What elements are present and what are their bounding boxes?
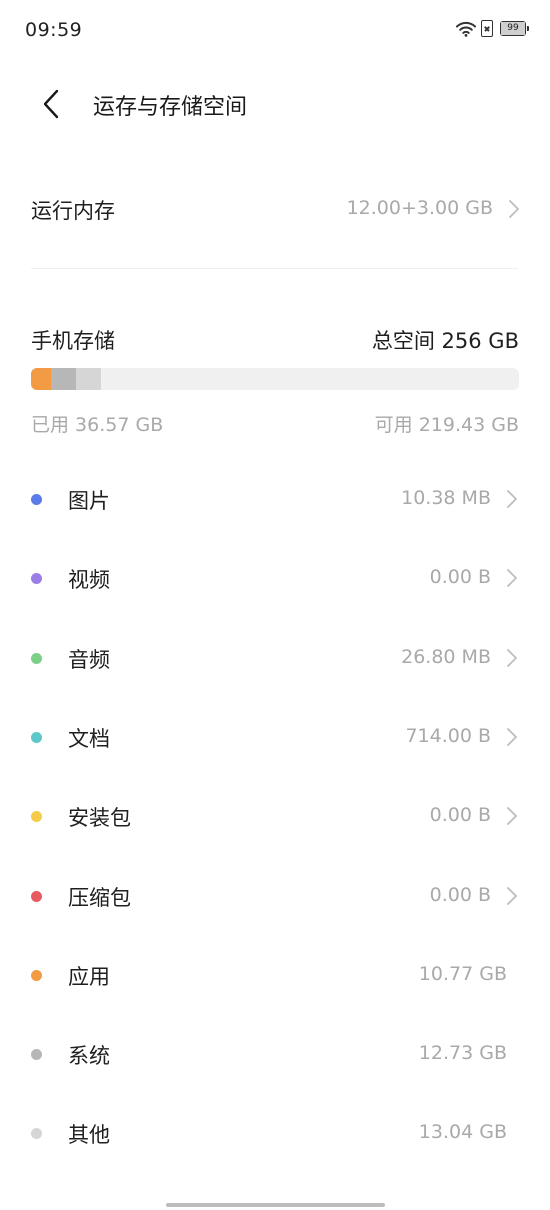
category-label: 音频	[68, 647, 110, 672]
category-value: 0.00 B	[429, 883, 491, 906]
category-value: 0.00 B	[429, 566, 491, 589]
chevron-right-icon	[507, 648, 517, 667]
category-row[interactable]: 压缩包 0.00 B	[0, 857, 550, 936]
category-label: 应用	[68, 964, 110, 989]
category-row: 其他 13.04 GB	[0, 1094, 550, 1173]
category-label: 图片	[68, 489, 110, 513]
category-value: 714.00 B	[405, 724, 491, 747]
category-dot	[31, 969, 42, 981]
category-dot	[31, 652, 42, 664]
bar-segment-apps	[31, 368, 52, 390]
chevron-right-icon	[509, 200, 519, 218]
category-dot	[31, 731, 42, 743]
category-row: 系统 12.73 GB	[0, 1015, 550, 1094]
storage-total: 总空间 256 GB	[371, 329, 519, 353]
bar-segment-system	[51, 368, 76, 390]
category-dot	[31, 494, 42, 505]
bar-segment-other	[75, 368, 101, 390]
storage-title: 手机存储	[31, 329, 115, 353]
battery-level: 99	[501, 22, 525, 35]
category-label: 压缩包	[68, 885, 131, 910]
storage-usage-bar	[31, 368, 519, 390]
category-dot	[31, 890, 42, 902]
category-value: 10.77 GB	[418, 962, 507, 985]
category-row[interactable]: 音频 26.80 MB	[0, 619, 550, 698]
page-title: 运存与存储空间	[93, 95, 248, 120]
category-dot	[31, 811, 42, 823]
memory-row[interactable]: 运行内存 12.00+3.00 GB	[31, 186, 521, 230]
title-bar: 运存与存储空间	[0, 80, 550, 128]
category-value: 0.00 B	[429, 804, 491, 827]
category-label: 系统	[68, 1044, 110, 1069]
category-label: 其他	[68, 1123, 110, 1148]
status-time: 09:59	[25, 19, 83, 41]
chevron-right-icon	[507, 490, 517, 508]
category-dot	[31, 1128, 42, 1140]
chevron-left-icon	[43, 89, 59, 119]
back-button[interactable]	[36, 86, 66, 122]
status-bar: 09:59 99	[0, 0, 550, 60]
category-value: 12.73 GB	[418, 1042, 507, 1065]
storage-used: 已用 36.57 GB	[31, 414, 164, 436]
category-label: 文档	[68, 726, 110, 751]
category-value: 26.80 MB	[401, 645, 491, 668]
divider	[31, 268, 518, 269]
category-value: 10.38 MB	[401, 487, 491, 509]
memory-label: 运行内存	[31, 199, 115, 223]
category-label: 安装包	[68, 806, 131, 831]
category-value: 13.04 GB	[418, 1121, 507, 1144]
memory-value: 12.00+3.00 GB	[346, 197, 493, 219]
chevron-right-icon	[507, 807, 517, 826]
category-dot	[31, 573, 42, 585]
home-indicator[interactable]	[166, 1203, 385, 1207]
wifi-icon	[456, 21, 476, 37]
category-dot	[31, 1049, 42, 1061]
storage-available: 可用 219.43 GB	[374, 414, 519, 436]
sim-off-icon	[481, 20, 493, 37]
category-row[interactable]: 视频 0.00 B	[0, 539, 550, 618]
category-row[interactable]: 文档 714.00 B	[0, 698, 550, 777]
chevron-right-icon	[507, 727, 517, 746]
category-row[interactable]: 图片 10.38 MB	[0, 460, 550, 539]
category-row: 应用 10.77 GB	[0, 936, 550, 1015]
chevron-right-icon	[507, 886, 517, 905]
battery-icon: 99	[500, 21, 529, 36]
chevron-right-icon	[507, 569, 517, 588]
status-icons: 99	[456, 20, 529, 37]
category-row[interactable]: 安装包 0.00 B	[0, 777, 550, 856]
storage-page: 09:59 99 运存与存储空间 运行内存 12.00+3.00 GB 手机存储…	[0, 0, 550, 1210]
category-label: 视频	[68, 568, 110, 593]
